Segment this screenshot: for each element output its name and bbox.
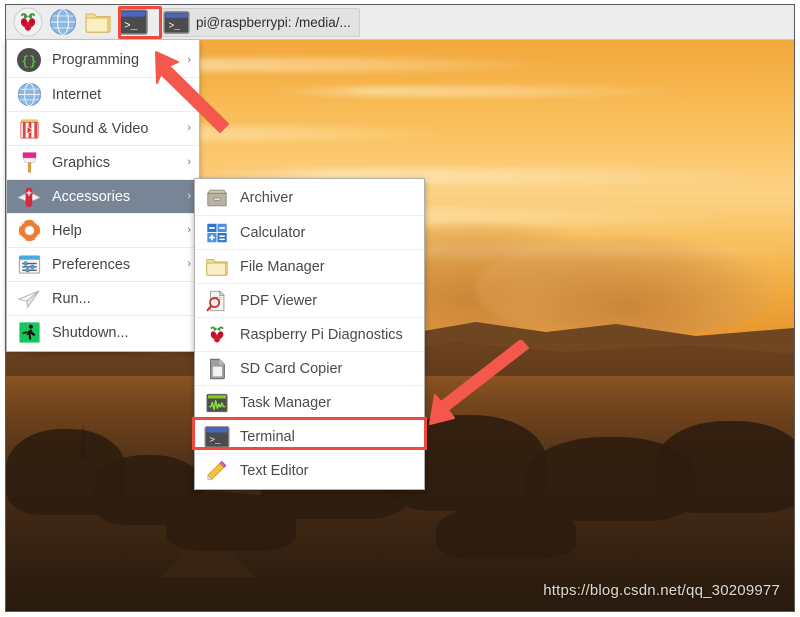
menu-item-preferences[interactable]: Preferences ›	[7, 247, 199, 281]
svg-text:>_: >_	[124, 21, 138, 33]
menu-item-label: Programming	[52, 52, 140, 68]
submenu-item-sd-card-copier[interactable]: SD Card Copier	[195, 351, 424, 385]
menu-item-label: Accessories	[52, 188, 131, 205]
graphics-icon	[15, 149, 43, 177]
chevron-right-icon: ›	[187, 156, 191, 168]
submenu-item-label: Raspberry Pi Diagnostics	[240, 326, 403, 343]
submenu-item-label: File Manager	[240, 258, 325, 275]
web-browser-icon[interactable]	[47, 6, 79, 38]
submenu-item-label: Task Manager	[240, 394, 332, 411]
submenu-item-text-editor[interactable]: Text Editor	[195, 453, 424, 487]
help-icon	[15, 217, 43, 245]
submenu-item-archiver[interactable]: Archiver	[195, 181, 424, 215]
submenu-item-label: Calculator	[240, 224, 306, 241]
shutdown-icon	[15, 319, 43, 347]
submenu-item-label: SD Card Copier	[240, 360, 343, 377]
menu-item-programming[interactable]: {} Programming ›	[7, 43, 199, 77]
sd-card-icon	[204, 356, 230, 382]
chevron-right-icon: ›	[187, 53, 191, 66]
submenu-item-pdf-viewer[interactable]: PDF Viewer	[195, 283, 424, 317]
archiver-icon	[204, 185, 230, 211]
chevron-right-icon: ›	[187, 224, 191, 236]
submenu-item-calculator[interactable]: Calculator	[195, 215, 424, 249]
menu-item-label: Internet	[52, 86, 102, 103]
raspberry-menu-icon[interactable]	[12, 6, 44, 38]
text-editor-icon	[204, 458, 230, 484]
internet-icon	[15, 81, 43, 109]
run-icon	[15, 285, 43, 313]
task-manager-icon	[204, 390, 230, 416]
watermark-text: https://blog.csdn.net/qq_30209977	[543, 582, 780, 599]
menu-item-label: Shutdown...	[52, 324, 129, 341]
svg-text:>_: >_	[209, 434, 221, 445]
submenu-item-terminal[interactable]: >_ Terminal	[195, 419, 424, 453]
taskbar: >_ >_ pi@raspberrypi: /media/...	[6, 5, 794, 40]
file-manager-icon[interactable]	[82, 6, 114, 38]
menu-item-internet[interactable]: Internet	[7, 77, 199, 111]
submenu-item-label: Text Editor	[240, 462, 309, 479]
menu-item-sound-video[interactable]: Sound & Video ›	[7, 111, 199, 145]
terminal-icon[interactable]: >_	[117, 6, 149, 38]
terminal-icon: >_	[204, 424, 230, 450]
accessories-submenu: Archiver Calculator File Manager PDF Vie…	[194, 178, 425, 490]
menu-item-label: Run...	[52, 290, 91, 307]
folder-icon	[204, 254, 230, 280]
menu-item-label: Preferences	[52, 256, 131, 273]
submenu-item-label: Terminal	[240, 428, 295, 445]
application-menu: {} Programming › Internet Sound & Video …	[6, 40, 200, 352]
submenu-item-raspberry-pi-diagnostics[interactable]: Raspberry Pi Diagnostics	[195, 317, 424, 351]
menu-item-label: Graphics	[52, 154, 111, 171]
tree-silhouette	[436, 505, 576, 559]
taskbar-window-title: pi@raspberrypi: /media/...	[196, 14, 351, 30]
menu-item-label: Sound & Video	[52, 120, 149, 137]
tree-silhouette	[166, 493, 296, 551]
chevron-right-icon: ›	[187, 122, 191, 134]
submenu-item-task-manager[interactable]: Task Manager	[195, 385, 424, 419]
menu-item-label: Help	[52, 222, 82, 239]
submenu-item-file-manager[interactable]: File Manager	[195, 249, 424, 283]
raspberry-pi-desktop: https://blog.csdn.net/qq_30209977 >_ >_ …	[0, 0, 800, 617]
terminal-icon: >_	[163, 10, 190, 34]
pdf-viewer-icon	[204, 288, 230, 314]
menu-item-run[interactable]: Run...	[7, 281, 199, 315]
cloud-bank	[476, 236, 776, 336]
programming-icon: {}	[15, 46, 43, 74]
submenu-item-label: PDF Viewer	[240, 292, 318, 309]
menu-item-help[interactable]: Help ›	[7, 213, 199, 247]
menu-item-accessories[interactable]: Accessories ›	[7, 179, 199, 213]
chevron-right-icon: ›	[187, 258, 191, 270]
preferences-icon	[15, 251, 43, 279]
sound-video-icon	[15, 115, 43, 143]
svg-text:{}: {}	[21, 54, 37, 69]
raspberry-pi-icon	[204, 322, 230, 348]
submenu-item-label: Archiver	[240, 190, 294, 206]
menu-item-graphics[interactable]: Graphics ›	[7, 145, 199, 179]
menu-item-shutdown[interactable]: Shutdown...	[7, 315, 199, 349]
tree-silhouette	[656, 421, 794, 513]
taskbar-window-button[interactable]: >_ pi@raspberrypi: /media/...	[160, 7, 360, 37]
svg-text:>_: >_	[169, 20, 181, 31]
calculator-icon	[204, 220, 230, 246]
accessories-icon	[15, 183, 43, 211]
cloud-streak	[266, 86, 696, 97]
chevron-right-icon: ›	[187, 190, 191, 202]
